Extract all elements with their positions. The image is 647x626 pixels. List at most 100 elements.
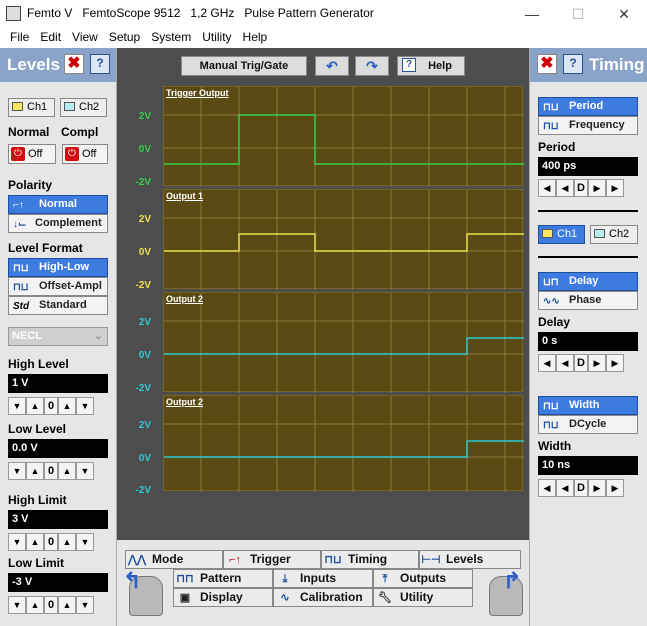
trace-name: Trigger Output [166, 88, 229, 98]
ch2-button[interactable]: Ch2 [60, 98, 107, 117]
high-limit-field[interactable]: 3 V [8, 510, 108, 529]
delay-field[interactable]: 0 s [538, 332, 638, 351]
nav-levels-tab[interactable]: ⊢⊣ Levels [419, 550, 521, 569]
coarse-down-button[interactable]: ▼ [8, 397, 26, 415]
menu-utility[interactable]: Utility [194, 28, 234, 44]
step-down-button[interactable]: ▼ [8, 462, 26, 480]
high-level-stepper: ▼ ▲ 0 ▲ ▼ [8, 397, 94, 415]
nav-pattern-tab[interactable]: ⊓⊓ Pattern [173, 569, 273, 588]
polarity-normal-option[interactable]: ⌐↑ Normal [8, 195, 108, 214]
menu-system[interactable]: System [143, 28, 194, 44]
redo-icon[interactable]: ↷ [355, 56, 389, 76]
fine-left-button[interactable]: ◀ [556, 479, 574, 497]
fine-up-button[interactable]: ▲ [26, 397, 44, 415]
nav-timing-tab[interactable]: ⊓⊔ Timing [321, 550, 419, 569]
ch2-button[interactable]: Ch2 [590, 225, 638, 244]
period-option[interactable]: ⊓⊔ Period [538, 97, 638, 116]
step-up-button-2[interactable]: ▲ [58, 596, 76, 614]
format-offset-ampl-option[interactable]: ⊓⊔ Offset-Ampl [8, 277, 108, 296]
coarse-right-button[interactable]: ▶ [606, 354, 624, 372]
y-tick: -2V [135, 280, 151, 291]
coarse-left-button[interactable]: ◀ [538, 354, 556, 372]
display-icon: ▣ [179, 592, 191, 604]
step-up-button-2[interactable]: ▲ [58, 462, 76, 480]
help-icon[interactable]: ? [90, 54, 110, 74]
fine-right-button[interactable]: ▶ [588, 179, 606, 197]
fine-right-button[interactable]: ▶ [588, 354, 606, 372]
minimize-button[interactable]: — [509, 0, 555, 28]
y-tick: 0V [138, 247, 151, 258]
dcycle-option[interactable]: ⊓⊔ DCycle [538, 415, 638, 434]
output2-waveform [164, 337, 524, 355]
coarse-right-button[interactable]: ▶ [606, 479, 624, 497]
nav-outputs-tab[interactable]: ⤒ Outputs [373, 569, 473, 588]
low-limit-field[interactable]: -3 V [8, 573, 108, 592]
close-panel-icon[interactable]: ✖ [64, 54, 84, 74]
menu-setup[interactable]: Setup [101, 28, 143, 44]
width-field[interactable]: 10 ns [538, 456, 638, 475]
ch1-button[interactable]: Ch1 [8, 98, 55, 117]
format-standard-option[interactable]: Std Standard [8, 296, 108, 315]
step-up-button[interactable]: ▲ [26, 533, 44, 551]
coarse-down-button-2[interactable]: ▼ [76, 397, 94, 415]
nav-calibration-tab[interactable]: ∿ Calibration [273, 588, 373, 607]
low-level-stepper: ▼ ▲ 0 ▲ ▼ [8, 462, 94, 480]
phase-option[interactable]: ∿∿ Phase [538, 291, 638, 310]
undo-icon[interactable]: ↶ [315, 56, 349, 76]
step-up-button[interactable]: ▲ [26, 462, 44, 480]
delay-option[interactable]: ⊔⊓ Delay [538, 272, 638, 291]
step-up-button-2[interactable]: ▲ [58, 533, 76, 551]
menu-file[interactable]: File [0, 28, 32, 44]
help-button[interactable]: ? Help [397, 56, 465, 76]
manual-trig-button[interactable]: Manual Trig/Gate [181, 56, 307, 76]
fine-right-button[interactable]: ▶ [588, 479, 606, 497]
maximize-button[interactable]: ☐ [555, 0, 601, 28]
fine-up-button-2[interactable]: ▲ [58, 397, 76, 415]
y-tick: 0V [138, 144, 151, 155]
timing-title: Timing [589, 55, 645, 74]
menu-view[interactable]: View [64, 28, 101, 44]
trigger-waveform [164, 114, 524, 165]
ch1-button[interactable]: Ch1 [538, 225, 585, 244]
nav-trigger-tab[interactable]: ⌐↑ Trigger [223, 550, 321, 569]
coarse-left-button[interactable]: ◀ [538, 179, 556, 197]
app-icon [6, 6, 21, 21]
low-level-field[interactable]: 0.0 V [8, 439, 108, 458]
menu-edit[interactable]: Edit [32, 28, 64, 44]
step-up-button[interactable]: ▲ [26, 596, 44, 614]
close-panel-icon[interactable]: ✖ [537, 54, 557, 74]
step-down-button-2[interactable]: ▼ [76, 533, 94, 551]
timing-panel: ✖ ? Timing ⊓⊔ Period ⊓⊔ Frequency Period 4… [529, 48, 647, 626]
delay-icon: ⊔⊓ [543, 277, 559, 288]
frequency-option[interactable]: ⊓⊔ Frequency [538, 116, 638, 135]
normal-off-button[interactable]: ⏻ Off [8, 144, 56, 164]
compl-off-button[interactable]: ⏻ Off [62, 144, 108, 164]
period-field[interactable]: 400 ps [538, 157, 638, 176]
step-down-button-2[interactable]: ▼ [76, 462, 94, 480]
fine-left-button[interactable]: ◀ [556, 354, 574, 372]
step-down-button-2[interactable]: ▼ [76, 596, 94, 614]
back-arrow-icon[interactable]: ↰ [123, 568, 141, 594]
fine-left-button[interactable]: ◀ [556, 179, 574, 197]
y-tick: 2V [138, 420, 151, 431]
calibration-icon: ∿ [280, 592, 290, 604]
close-button[interactable]: ✕ [601, 0, 647, 28]
nav-mode-tab[interactable]: ⋀⋀ Mode [125, 550, 223, 569]
coarse-right-button[interactable]: ▶ [606, 179, 624, 197]
forward-arrow-icon[interactable]: ↱ [503, 568, 521, 594]
menu-help[interactable]: Help [235, 28, 271, 44]
nav-inputs-tab[interactable]: ⤓ Inputs [273, 569, 373, 588]
coarse-left-button[interactable]: ◀ [538, 479, 556, 497]
window-title: Femto V FemtoScope 9512 1,2 GHz Pulse Pa… [27, 6, 374, 20]
nav-utility-tab[interactable]: 🔧︎ Utility [373, 588, 473, 607]
high-level-field[interactable]: 1 V [8, 374, 108, 393]
logic-family-dropdown[interactable]: NECL ⌄ [8, 327, 108, 346]
polarity-complement-option[interactable]: ↓⌙ Complement [8, 214, 108, 233]
step-down-button[interactable]: ▼ [8, 596, 26, 614]
trace-output-1: Output 1 [163, 189, 524, 290]
format-high-low-option[interactable]: ⊓⊔ High-Low [8, 258, 108, 277]
width-option[interactable]: ⊓⊔ Width [538, 396, 638, 415]
help-icon[interactable]: ? [563, 54, 583, 74]
step-down-button[interactable]: ▼ [8, 533, 26, 551]
nav-display-tab[interactable]: ▣ Display [173, 588, 273, 607]
